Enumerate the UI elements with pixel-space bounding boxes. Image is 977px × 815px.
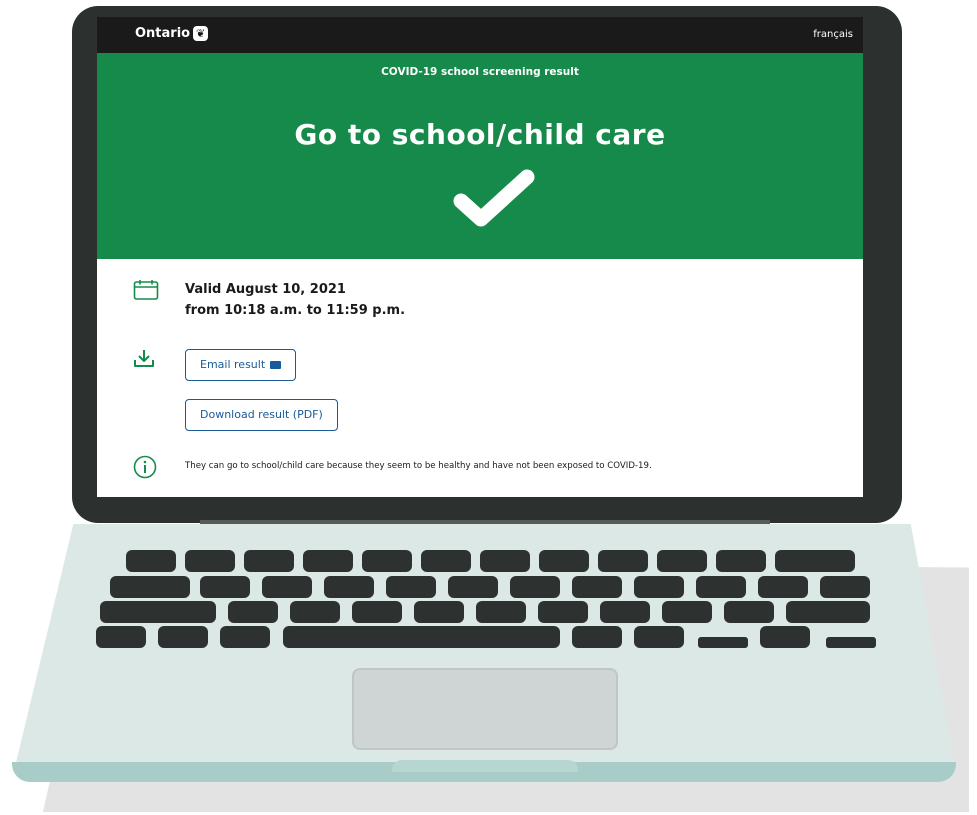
result-banner: COVID-19 school screening result Go to s… bbox=[97, 53, 863, 259]
download-icon bbox=[134, 350, 154, 367]
valid-time-line: from 10:18 a.m. to 11:59 p.m. bbox=[185, 303, 406, 318]
trillium-icon: ❦ bbox=[193, 26, 209, 41]
mail-icon bbox=[270, 361, 282, 369]
language-toggle-link[interactable]: français bbox=[813, 29, 853, 40]
email-result-label: Email result bbox=[200, 358, 266, 371]
laptop-trackpad bbox=[352, 668, 618, 750]
ontario-logo[interactable]: Ontario ❦ bbox=[135, 26, 209, 41]
brand-name: Ontario bbox=[135, 26, 191, 41]
valid-date-text: Valid August 10, 2021 from 10:18 a.m. to… bbox=[185, 279, 405, 321]
info-message: They can go to school/child care because… bbox=[185, 461, 652, 471]
ontario-header: Ontario ❦ français bbox=[97, 17, 863, 53]
banner-label: COVID-19 school screening result bbox=[381, 66, 579, 78]
info-icon bbox=[133, 455, 157, 479]
valid-date-line: Valid August 10, 2021 bbox=[185, 282, 346, 297]
result-title: Go to school/child care bbox=[294, 118, 666, 151]
laptop-notch bbox=[392, 760, 578, 772]
download-result-label: Download result (PDF) bbox=[200, 408, 323, 421]
download-result-button[interactable]: Download result (PDF) bbox=[185, 399, 338, 431]
checkmark-icon bbox=[453, 169, 535, 227]
email-result-button[interactable]: Email result bbox=[185, 349, 297, 381]
laptop-screen: Ontario ❦ français COVID-19 school scree… bbox=[97, 17, 863, 497]
calendar-icon bbox=[133, 280, 159, 300]
